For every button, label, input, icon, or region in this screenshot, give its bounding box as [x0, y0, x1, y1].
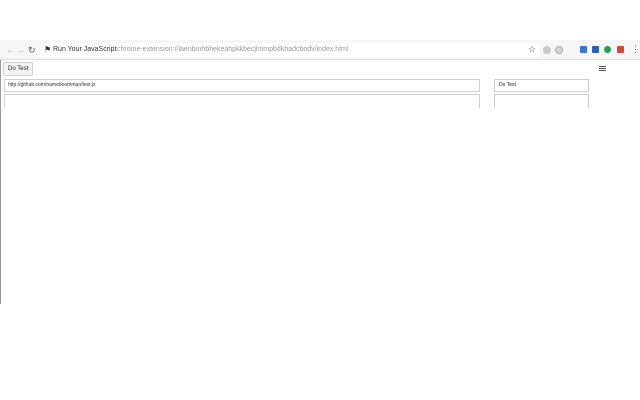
extension-docs-icon[interactable] [592, 46, 599, 53]
extension-green-icon[interactable] [604, 46, 611, 53]
back-arrow-icon[interactable]: ← [6, 45, 15, 55]
do-test-button[interactable]: Do Test [3, 62, 34, 76]
more-vert-icon[interactable]: ⋮ [631, 44, 640, 54]
side-output-area[interactable] [494, 94, 589, 108]
browser-toolbar: ← → ↻ ⚑ Run Your JavaScript chrome-exten… [0, 40, 640, 60]
extension-icon: ⚑ [44, 45, 52, 54]
script-url-input[interactable]: http://github.com/nameboomman/test.js [4, 79, 480, 92]
reload-icon[interactable]: ↻ [28, 45, 36, 55]
code-textarea[interactable] [4, 94, 480, 108]
star-icon[interactable]: ☆ [528, 44, 536, 55]
extension-name: Run Your JavaScript [53, 46, 117, 53]
forward-arrow-icon[interactable]: → [16, 45, 25, 55]
extension-blue-icon[interactable] [580, 46, 587, 53]
address-bar[interactable]: ⚑ Run Your JavaScript chrome-extension:/… [40, 43, 540, 57]
extension-gray-icon[interactable] [555, 46, 563, 54]
address-url[interactable]: chrome-extension://iaenbmhbhekeahpkkbecj… [117, 46, 349, 53]
extension-red-icon[interactable] [617, 46, 624, 53]
list-icon[interactable] [599, 66, 606, 72]
side-do-test-button[interactable]: Do Test [494, 79, 589, 92]
profile-icon[interactable] [543, 46, 551, 54]
window-edge [0, 40, 1, 304]
